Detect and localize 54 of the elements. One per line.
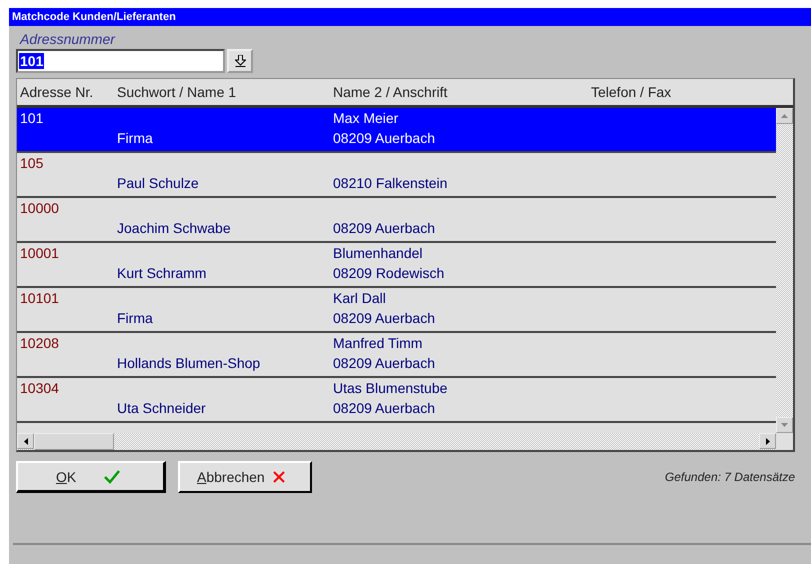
table-cell-text: 08209 Auerbach [333, 354, 436, 372]
table-cell-text: Manfred Timm [333, 334, 424, 352]
table-cell-text: 105 [19, 154, 44, 172]
input-field[interactable]: 101 [16, 49, 225, 73]
table-cell-text: Karl Dall [333, 290, 387, 308]
right-arrow-icon [766, 438, 770, 444]
table-row[interactable]: 10101 Karl Dall Firma 08209 Auerbach [17, 288, 776, 333]
table-cell-text: 10101 [19, 290, 60, 308]
close-icon [272, 471, 285, 483]
table-cell-text: 10000 [19, 200, 60, 218]
table-row[interactable]: 101 Max Meier Firma 08209 Auerbach [17, 108, 776, 153]
table-cell-text: Max Meier [333, 110, 400, 128]
table-row[interactable]: 10304 Utas Blumenstube Uta Schneider 08209 Auerbach [17, 378, 776, 423]
left-arrow-icon [24, 438, 28, 444]
table-cell-text: 101 [19, 110, 44, 128]
down-arrow-icon [781, 423, 788, 427]
table-cell-text: 08209 Auerbach [333, 220, 436, 238]
table-cell-text: 10001 [19, 244, 60, 262]
table-cell-text: Hollands Blumen-Shop [117, 354, 262, 373]
table-cell-text: 08209 Auerbach [333, 310, 436, 328]
ok-button[interactable]: OK [16, 461, 166, 493]
table-row[interactable]: 10001 Blumenhandel Kurt Schramm 08209 Rodewisch [17, 243, 776, 288]
table-cell-text: Paul Schulze [117, 174, 200, 192]
horizontal-scrollbar[interactable] [17, 433, 776, 450]
cancel-button[interactable]: Abbrechen [178, 461, 312, 493]
lookup-button[interactable] [227, 49, 253, 73]
table-cell-text: Blumenhandel [333, 244, 424, 262]
table-cell-text: Firma [117, 310, 154, 328]
table-cell-text: 08209 Rodewisch [333, 264, 446, 282]
column-header[interactable]: Suchwort / Name 1 [117, 84, 333, 100]
table-cell-text: 08209 Auerbach [333, 130, 436, 148]
column-header[interactable]: Telefon / Fax [591, 84, 672, 100]
scroll-thumb[interactable] [34, 433, 114, 450]
table-row[interactable]: 10000 Joachim Schwabe 08209 Auerbach [17, 198, 776, 243]
table-cell-text: Utas Blumenstube [333, 380, 448, 398]
table-cell-text: Uta Schneider [117, 400, 207, 418]
field-label: Adressnummer [20, 31, 116, 47]
table-row[interactable]: 10208 Manfred Timm Hollands Blumen-Shop 08209 Auerbach [17, 333, 776, 378]
result-count: Gefunden: 7 Datensätze [664, 470, 795, 484]
up-arrow-icon [781, 114, 788, 118]
column-header[interactable]: Adresse Nr. [17, 84, 117, 100]
table-cell-text: Firma [117, 130, 154, 148]
table-cell-text: 08209 Auerbach [333, 400, 436, 418]
check-icon [104, 470, 120, 484]
table-cell-text: 10304 [19, 380, 60, 398]
vertical-scrollbar[interactable] [776, 108, 793, 433]
window-title: Matchcode Kunden/Lieferanten [9, 8, 811, 26]
table-cell-text: Kurt Schramm [117, 264, 208, 282]
down-arrow-icon [234, 55, 246, 67]
table-row[interactable]: 105 Paul Schulze 08210 Falkenstein [17, 153, 776, 198]
column-header[interactable]: Name 2 / Anschrift [333, 84, 591, 100]
table-cell-text: 08210 Falkenstein [333, 174, 448, 192]
table-cell-text: 10208 [19, 334, 60, 352]
table-cell-text: Joachim Schwabe [117, 220, 232, 238]
